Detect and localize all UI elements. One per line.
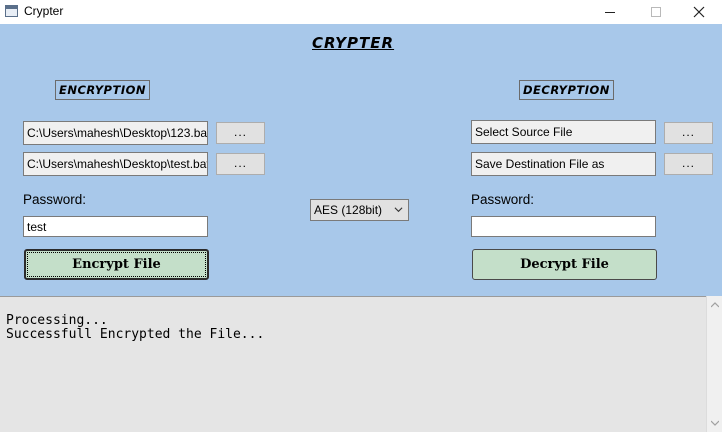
scroll-down-icon[interactable] bbox=[711, 420, 719, 426]
minimize-button[interactable] bbox=[587, 0, 633, 24]
output-log[interactable]: Processing... Successfull Encrypted the … bbox=[0, 296, 706, 432]
log-line: Successfull Encrypted the File... bbox=[6, 327, 265, 342]
decrypt-source-field[interactable]: Select Source File bbox=[471, 120, 656, 144]
maximize-icon bbox=[651, 7, 661, 17]
minimize-icon bbox=[605, 11, 615, 13]
decrypt-password-input[interactable] bbox=[471, 216, 656, 237]
decryption-label: DECRYPTION bbox=[519, 80, 614, 100]
close-button[interactable] bbox=[676, 0, 722, 24]
decrypt-password-label: Password: bbox=[471, 192, 535, 207]
maximize-button[interactable] bbox=[633, 0, 679, 24]
encrypt-destination-field[interactable]: C:\Users\mahesh\Desktop\test.bat bbox=[23, 152, 208, 176]
scroll-up-icon[interactable] bbox=[711, 302, 719, 308]
encrypt-source-browse-button[interactable]: ... bbox=[216, 122, 265, 144]
encrypt-destination-browse-button[interactable]: ... bbox=[216, 153, 265, 175]
algorithm-select-value: AES (128bit) bbox=[314, 203, 383, 217]
close-icon bbox=[693, 6, 705, 18]
log-scrollbar[interactable] bbox=[706, 296, 722, 432]
algorithm-select[interactable]: AES (128bit) bbox=[310, 199, 409, 221]
encrypt-source-field[interactable]: C:\Users\mahesh\Desktop\123.bat bbox=[23, 121, 208, 145]
encrypt-password-input[interactable]: test bbox=[23, 216, 208, 237]
encryption-label: ENCRYPTION bbox=[55, 80, 150, 100]
decrypt-file-button[interactable]: Decrypt File bbox=[472, 249, 657, 280]
window-title: Crypter bbox=[24, 4, 64, 18]
app-heading: CRYPTER bbox=[312, 34, 395, 52]
decrypt-destination-field[interactable]: Save Destination File as bbox=[471, 152, 656, 176]
decrypt-source-browse-button[interactable]: ... bbox=[664, 122, 713, 144]
chevron-down-icon bbox=[394, 207, 403, 213]
title-bar: Crypter bbox=[0, 0, 722, 24]
encrypt-file-button[interactable]: Encrypt File bbox=[24, 249, 209, 280]
decrypt-destination-browse-button[interactable]: ... bbox=[664, 153, 713, 175]
log-line: Processing... bbox=[6, 313, 108, 328]
encrypt-password-label: Password: bbox=[23, 192, 87, 207]
app-window-icon bbox=[5, 5, 18, 17]
